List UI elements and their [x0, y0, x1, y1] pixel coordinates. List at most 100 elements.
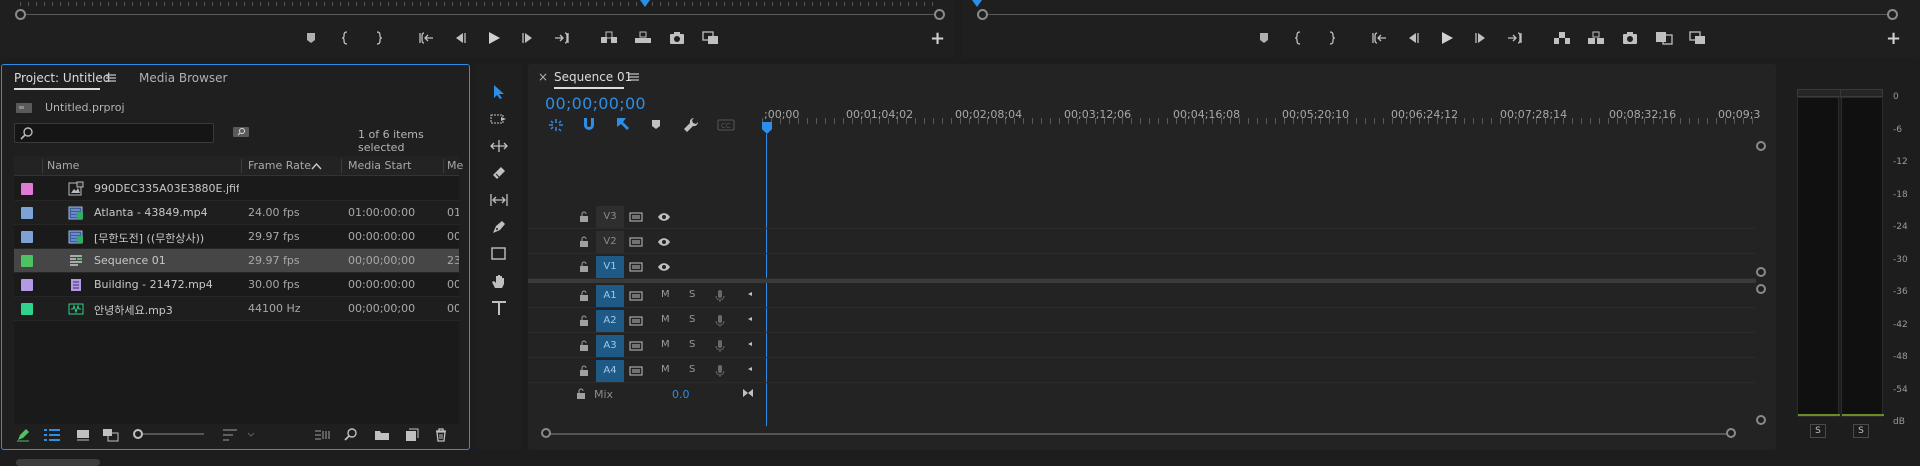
program-go-to-out-button[interactable]	[1505, 28, 1525, 48]
go-to-in-button[interactable]	[416, 28, 436, 48]
icon-view-icon[interactable]	[76, 429, 90, 441]
program-play-button[interactable]	[1437, 28, 1457, 48]
sort-ascending-icon[interactable]	[311, 163, 322, 170]
sort-icon[interactable]	[223, 429, 237, 441]
source-zoom-handle-left[interactable]	[15, 9, 26, 20]
insert-button[interactable]	[599, 28, 619, 48]
ripple-edit-tool[interactable]	[487, 134, 511, 158]
project-panel-menu-icon[interactable]	[106, 74, 116, 82]
tab-project[interactable]: Project: Untitled	[14, 71, 110, 85]
zoom-slider-handle[interactable]	[133, 429, 143, 439]
program-add-marker-button[interactable]	[1254, 28, 1274, 48]
list-view-icon[interactable]	[44, 429, 60, 441]
mute-button[interactable]: M	[661, 289, 670, 300]
lift-button[interactable]	[1552, 28, 1572, 48]
microphone-icon[interactable]	[712, 288, 728, 304]
eye-icon[interactable]	[656, 234, 672, 250]
track-target-toggle[interactable]: A3	[596, 335, 624, 357]
snap-icon[interactable]	[582, 117, 596, 132]
timeline-scroll-handle-right[interactable]	[1726, 428, 1736, 438]
tab-media-browser[interactable]: Media Browser	[139, 71, 227, 85]
add-button[interactable]: +	[930, 28, 945, 49]
program-mark-in-button[interactable]	[1288, 28, 1308, 48]
linked-selection-icon[interactable]	[616, 117, 632, 132]
rectangle-tool[interactable]	[487, 242, 511, 266]
source-time-ruler[interactable]	[20, 2, 940, 6]
microphone-icon[interactable]	[712, 313, 728, 329]
video-scroll-handle-bottom[interactable]	[1756, 267, 1766, 277]
lock-icon[interactable]	[576, 259, 592, 275]
column-media-start[interactable]: Media Start	[348, 156, 411, 176]
program-export-frame-button[interactable]	[1620, 28, 1640, 48]
clip-name[interactable]: Building - 21472.mp4	[94, 278, 239, 291]
list-item[interactable]: 안녕하세요.mp3 44100 Hz 00;00;00;00 00	[14, 297, 459, 321]
track-select-tool[interactable]	[487, 107, 511, 131]
lock-icon[interactable]	[576, 388, 586, 400]
audio-keyframe-icon[interactable]	[742, 286, 758, 302]
video-audio-divider[interactable]	[528, 279, 1756, 283]
mix-value[interactable]: 0.0	[672, 388, 690, 401]
horizontal-scrollbar[interactable]	[16, 459, 100, 466]
track-target-toggle[interactable]: V1	[596, 256, 624, 278]
multi-camera-button[interactable]	[1688, 28, 1708, 48]
solo-right-button[interactable]: S	[1853, 424, 1869, 438]
chevron-down-icon[interactable]	[247, 432, 255, 438]
go-to-end-icon[interactable]	[742, 388, 754, 398]
column-media-end[interactable]: Me	[447, 156, 463, 176]
slip-tool[interactable]	[487, 188, 511, 212]
list-item[interactable]: Building - 21472.mp4 30.00 fps 00:00:00:00…	[14, 273, 459, 297]
timeline-scroll-handle-left[interactable]	[541, 428, 551, 438]
pen-tool[interactable]	[487, 215, 511, 239]
sync-lock-icon[interactable]	[628, 259, 644, 275]
nest-toggle-icon[interactable]	[548, 118, 564, 132]
solo-left-button[interactable]: S	[1810, 424, 1826, 438]
lock-icon[interactable]	[576, 234, 592, 250]
solo-button[interactable]: S	[689, 364, 695, 375]
project-search-field[interactable]	[14, 123, 214, 143]
clip-name[interactable]: Atlanta - 43849.mp4	[94, 206, 239, 219]
solo-button[interactable]: S	[689, 339, 695, 350]
label-color-swatch[interactable]	[21, 207, 33, 219]
solo-button[interactable]: S	[689, 289, 695, 300]
wrench-icon[interactable]	[683, 117, 699, 133]
sync-lock-icon[interactable]	[628, 288, 644, 304]
program-go-to-in-button[interactable]	[1369, 28, 1389, 48]
list-item[interactable]: [무한도전] ((무한상사)) 29.97 fps 00:00:00:00 00	[14, 225, 459, 249]
step-back-button[interactable]	[450, 28, 470, 48]
clip-name[interactable]: 안녕하세요.mp3	[94, 302, 239, 318]
source-playhead-marker[interactable]	[640, 0, 650, 7]
selection-tool[interactable]	[487, 80, 511, 104]
column-frame-rate[interactable]: Frame Rate	[248, 156, 311, 176]
microphone-icon[interactable]	[712, 363, 728, 379]
list-item[interactable]: Sequence 01 29.97 fps 00;00;00;00 23	[14, 249, 459, 273]
mark-in-button[interactable]	[335, 28, 355, 48]
new-search-bin-button[interactable]	[233, 126, 249, 138]
list-item[interactable]: Atlanta - 43849.mp4 24.00 fps 01:00:00:00 0…	[14, 201, 459, 225]
captions-icon[interactable]: CC	[717, 119, 735, 131]
column-name[interactable]: Name	[47, 156, 79, 176]
track-target-toggle[interactable]: A2	[596, 310, 624, 332]
mute-button[interactable]: M	[661, 314, 670, 325]
audio-scroll-handle-top[interactable]	[1756, 284, 1766, 294]
step-forward-button[interactable]	[518, 28, 538, 48]
lock-icon[interactable]	[576, 209, 592, 225]
hand-tool[interactable]	[487, 269, 511, 293]
source-zoom-bar[interactable]	[20, 14, 940, 15]
program-playhead-marker[interactable]	[972, 0, 982, 7]
label-color-swatch[interactable]	[21, 303, 33, 315]
audio-keyframe-icon[interactable]	[742, 336, 758, 352]
list-item[interactable]: 990DEC335A03E3880E.jfif	[14, 177, 459, 201]
program-step-forward-button[interactable]	[1471, 28, 1491, 48]
meter-peak-indicators[interactable]	[1797, 89, 1883, 98]
audio-keyframe-icon[interactable]	[742, 361, 758, 377]
program-zoom-handle-left[interactable]	[977, 9, 988, 20]
program-add-button[interactable]: +	[1886, 28, 1901, 49]
clip-name[interactable]: [무한도전] ((무한상사))	[94, 230, 239, 246]
sync-lock-icon[interactable]	[628, 338, 644, 354]
program-mark-out-button[interactable]	[1322, 28, 1342, 48]
close-tab-button[interactable]: ×	[538, 70, 548, 84]
lock-icon[interactable]	[576, 288, 592, 304]
add-marker-icon[interactable]	[651, 119, 661, 130]
new-bin-icon[interactable]	[374, 429, 390, 441]
mute-button[interactable]: M	[661, 339, 670, 350]
